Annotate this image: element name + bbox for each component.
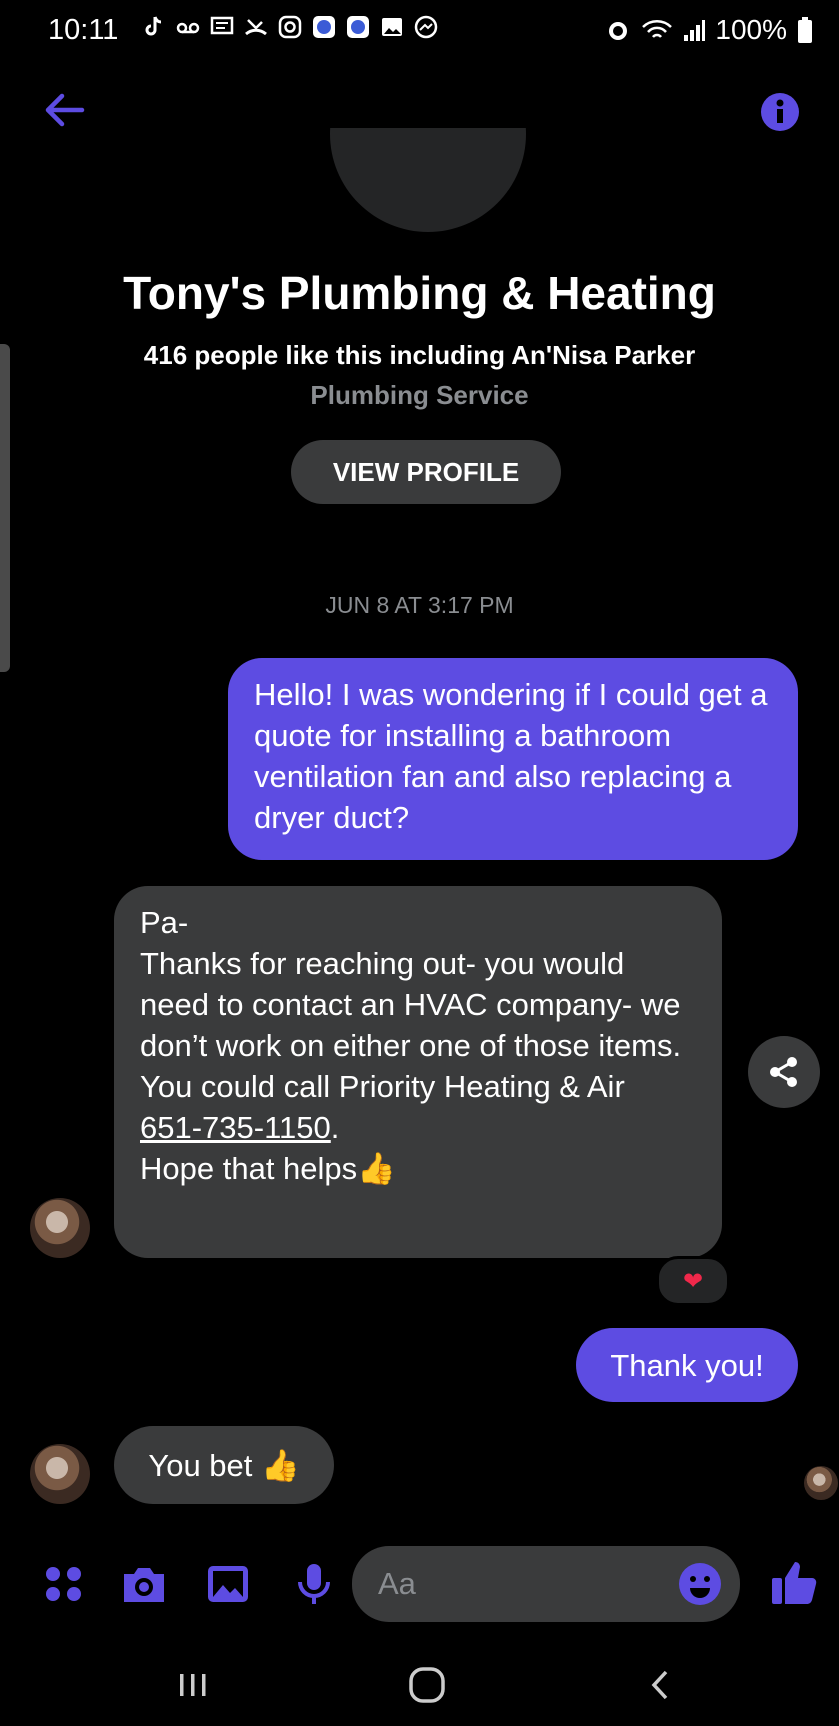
- back-icon: [651, 1670, 668, 1700]
- likes-text: 416 people like this including An'Nisa P…: [143, 340, 696, 370]
- info-button[interactable]: [760, 92, 800, 132]
- more-button[interactable]: [40, 1560, 88, 1608]
- incoming-message[interactable]: You bet 👍: [114, 1426, 334, 1504]
- share-button[interactable]: [748, 1036, 820, 1108]
- system-nav-bar: [0, 1640, 839, 1726]
- page-title: Tony's Plumbing & Heating: [123, 267, 716, 319]
- heart-reaction[interactable]: ❤: [656, 1256, 730, 1306]
- phone-link[interactable]: 651-735-1150: [140, 1110, 331, 1145]
- gallery-icon: [380, 14, 404, 40]
- share-icon: [770, 1057, 797, 1087]
- seen-indicator-avatar: [804, 1466, 838, 1500]
- notification-icons: [142, 14, 438, 40]
- alarm-icon: [609, 22, 628, 40]
- app-icon: [312, 14, 336, 40]
- info-icon: [761, 93, 799, 131]
- recent-apps-icon: [180, 1674, 206, 1696]
- voicemail-icon: [176, 14, 200, 40]
- outgoing-message[interactable]: Thank you!: [576, 1328, 798, 1402]
- status-right: 100%: [605, 14, 813, 46]
- conversation-timestamp: JUN 8 AT 3:17 PM: [325, 592, 514, 618]
- more-icon: [46, 1567, 81, 1601]
- back-arrow-icon: [45, 93, 85, 127]
- message-text: Pa- Thanks for reaching out- you would n…: [140, 905, 682, 1104]
- edge-panel-handle[interactable]: [0, 344, 10, 672]
- camera-icon: [124, 1568, 164, 1602]
- status-bar: 10:11 100%: [0, 0, 839, 62]
- view-profile-button[interactable]: VIEW PROFILE: [291, 440, 561, 504]
- like-button[interactable]: [770, 1556, 818, 1604]
- nav-back-button[interactable]: [636, 1660, 686, 1710]
- outgoing-message[interactable]: Hello! I was wondering if I could get a …: [228, 658, 798, 860]
- recent-apps-button[interactable]: [168, 1660, 218, 1710]
- microphone-button[interactable]: [290, 1560, 338, 1608]
- gallery-icon: [208, 1566, 248, 1602]
- home-icon: [409, 1667, 445, 1703]
- gallery-button[interactable]: [204, 1560, 252, 1608]
- battery-percent: 100%: [715, 14, 787, 45]
- messenger-icon: [414, 14, 438, 40]
- message-icon: [210, 14, 234, 40]
- wifi-icon: [642, 20, 673, 38]
- home-button[interactable]: [402, 1660, 452, 1710]
- thumbs-up-icon: [772, 1562, 817, 1604]
- instagram-icon: [278, 14, 302, 40]
- emoji-icon: [679, 1563, 721, 1605]
- app-icon: [346, 14, 370, 40]
- message-input-placeholder: Aa: [378, 1566, 416, 1601]
- emoji-button[interactable]: [676, 1560, 724, 1608]
- tiktok-icon: [142, 14, 166, 40]
- sender-avatar[interactable]: [30, 1198, 90, 1258]
- signal-icon: [684, 20, 706, 41]
- battery-icon: [798, 17, 812, 43]
- back-button[interactable]: [40, 86, 88, 134]
- sender-avatar[interactable]: [30, 1444, 90, 1504]
- page-avatar[interactable]: [330, 128, 526, 232]
- missed-call-icon: [244, 14, 268, 40]
- status-time: 10:11: [48, 14, 119, 46]
- microphone-icon: [298, 1564, 330, 1604]
- page-category: Plumbing Service: [310, 380, 529, 410]
- incoming-message[interactable]: Pa- Thanks for reaching out- you would n…: [114, 886, 722, 1258]
- camera-button[interactable]: [120, 1560, 168, 1608]
